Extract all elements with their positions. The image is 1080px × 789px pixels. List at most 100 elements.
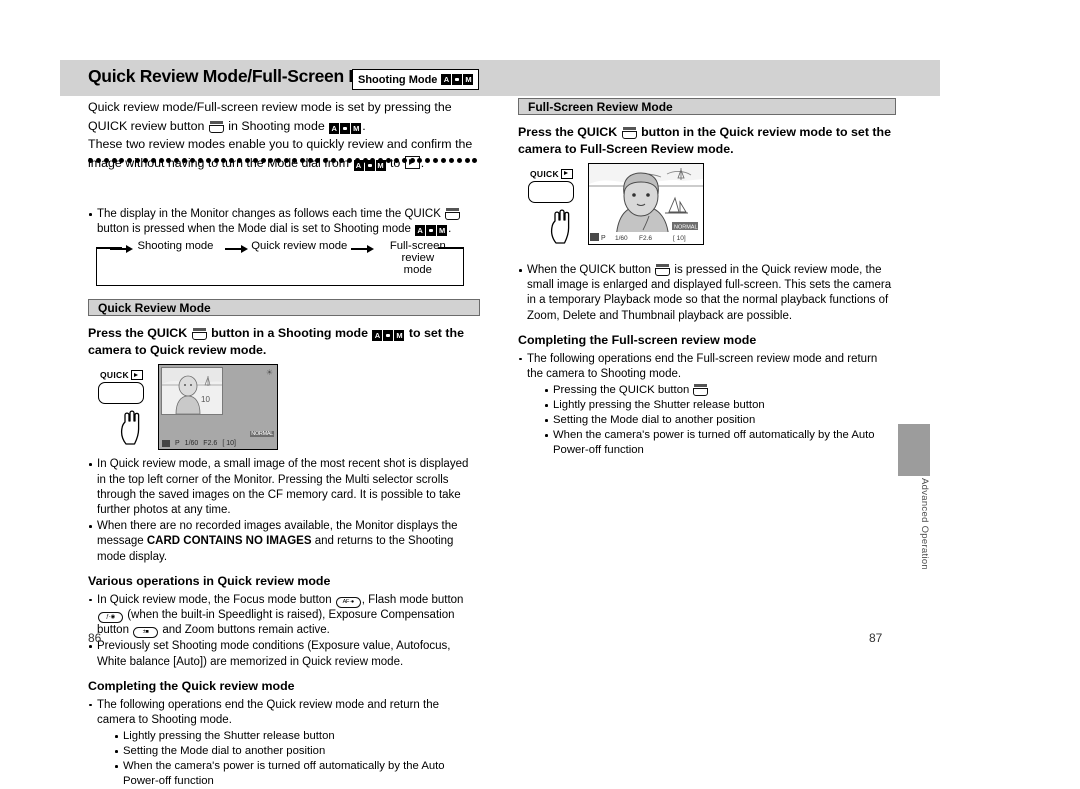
shooting-mode-badge: Shooting Mode A M	[352, 69, 480, 90]
dotted-separator	[88, 155, 478, 165]
exposure-mode-icon	[162, 439, 170, 447]
list-item: When the camera's power is turned off au…	[544, 428, 896, 458]
full-lead-b: button in the Quick review mode to set t…	[641, 125, 891, 139]
quick-review-lead: Press the QUICK button in a Shooting mod…	[88, 325, 480, 358]
quick-button-icon	[693, 384, 709, 397]
quick-lead-c: to set the	[408, 326, 464, 341]
various-b1-d: and	[162, 624, 182, 637]
mode-icon-group: A M	[329, 122, 362, 134]
full-bullet1-a: When the QUICK button	[527, 264, 652, 276]
quick-button-illustration: QUICK	[528, 169, 590, 244]
no-images-message: CARD CONTAINS NO IMAGES	[146, 535, 312, 548]
side-tab-label: Advanced Operation	[919, 477, 930, 570]
svg-text:F2.6: F2.6	[639, 235, 652, 242]
status-aperture: F2.6	[203, 439, 218, 447]
quick-lead-d: camera to Quick review mode.	[88, 342, 267, 357]
mode-auto-icon: A	[372, 330, 383, 342]
monitor-full-screen-review: P 1/60 F2.6 [ 10] NORMAL	[588, 163, 704, 245]
list-item: When there are no recorded images availa…	[88, 519, 480, 565]
list-item: The following operations end the Full-sc…	[518, 352, 896, 382]
quick-button-icon	[191, 328, 207, 341]
status-shooting-mode: P	[175, 439, 180, 447]
intro-line2-b: in Shooting mode	[228, 118, 325, 133]
completing-full-sublist: Pressing the QUICK button Lightly pressi…	[518, 383, 896, 458]
quick-button-icon	[655, 264, 671, 276]
quick-button-text: QUICK	[530, 169, 559, 179]
quick-button-illustration: QUICK	[98, 370, 160, 446]
quick-button-caption: QUICK	[100, 370, 160, 381]
quick-review-section-bar: Quick Review Mode	[88, 299, 480, 317]
completing-sub-quick: Pressing the QUICK button	[553, 384, 690, 397]
mode-flow-diagram: Shooting mode Quick review mode Full-scr…	[96, 240, 464, 289]
thumbnail-photo	[162, 368, 222, 415]
quick-button-shape	[528, 181, 574, 203]
frame-number: 10	[201, 395, 210, 405]
list-item: When the QUICK button is pressed in the …	[518, 263, 896, 324]
full-lead-c: camera to Full-Screen Review mode.	[518, 141, 734, 156]
list-item: Lightly pressing the Shutter release but…	[114, 729, 480, 744]
mode-camera-icon	[383, 330, 394, 342]
playback-icon	[130, 370, 143, 381]
list-item: Lightly pressing the Shutter release but…	[544, 398, 896, 413]
mode-manual-icon: M	[351, 122, 362, 134]
various-b1-a: In Quick review mode, the Focus mode but…	[97, 593, 332, 606]
status-frames-remaining: [ 10]	[222, 439, 236, 447]
full-screen-bullets: When the QUICK button is pressed in the …	[518, 263, 896, 324]
focus-mode-button-icon: AF·●	[335, 596, 361, 608]
bullet-display-c: pressed when the Mode dial is set to Sho…	[143, 223, 411, 236]
intro-line-3: These two review modes enable you to qui…	[88, 137, 473, 151]
page-number-right: 87	[869, 631, 883, 645]
list-item: Pressing the QUICK button	[544, 383, 896, 398]
flash-mode-button-icon: ƒ·◉	[98, 612, 123, 624]
flow-arrow-1-icon	[224, 243, 248, 255]
list-item: Setting the Mode dial to another positio…	[114, 744, 480, 759]
completing-quick-heading: Completing the Quick review mode	[88, 678, 295, 693]
full-screen-photo: P 1/60 F2.6 [ 10] NORMAL	[589, 164, 703, 244]
page-title-part1: Quick Review Mode	[88, 66, 248, 86]
mode-auto-icon: A	[415, 225, 426, 237]
monitor-thumbnail-image	[161, 367, 223, 416]
mode-icon-group: A M	[372, 330, 405, 342]
quick-button-shape	[98, 382, 144, 405]
various-b1-b: , Flash mode button	[361, 593, 464, 606]
intro-line2-a: QUICK review button	[88, 118, 205, 133]
mode-icon-group: A M	[441, 74, 474, 85]
monitor-quick-review: ☀ 10 NORMAL P 1/60 F2.6 [ 10]	[158, 364, 278, 451]
full-screen-section-bar: Full-Screen Review Mode	[518, 98, 896, 115]
svg-text:[ 10]: [ 10]	[673, 235, 686, 242]
shooting-mode-label: Shooting Mode	[358, 73, 438, 86]
list-item: In Quick review mode, a small image of t…	[88, 457, 480, 518]
display-change-bullets: The display in the Monitor changes as fo…	[88, 207, 480, 237]
flow-step-3-line1: Full-screen review	[389, 240, 446, 265]
flow-step-1: Shooting mode	[137, 240, 214, 253]
exposure-compensation-button-icon: ±■	[133, 627, 159, 639]
quick-button-icon	[621, 127, 637, 139]
mode-manual-icon: M	[394, 330, 405, 342]
full-screen-lead: Press the QUICK button in the Quick revi…	[518, 124, 896, 157]
various-b1-e: Zoom buttons remain active.	[184, 624, 330, 637]
flash-indicator-icon: ☀	[265, 368, 273, 378]
mode-camera-icon	[452, 74, 463, 85]
intro-line-1: Quick review mode/Full-screen review mod…	[88, 100, 452, 114]
intro-line-2: QUICK review button in Shooting mode A M…	[88, 117, 480, 136]
mode-camera-icon	[426, 225, 437, 237]
flow-arrow-2-icon	[350, 243, 374, 255]
quick-button-icon	[208, 120, 224, 133]
full-lead-a: Press the QUICK	[518, 125, 618, 139]
left-column: Quick review mode/Full-screen review mod…	[88, 98, 480, 789]
list-item: Setting the Mode dial to another positio…	[544, 413, 896, 428]
manual-page: Quick Review Mode/Full-Screen Review Mod…	[0, 0, 1080, 787]
list-item: The display in the Monitor changes as fo…	[88, 207, 480, 237]
quick-review-illustration: QUICK ☀ 10 NORMAL P 1/60 F2.6 [10]	[88, 364, 480, 452]
page-number-left: 86	[88, 631, 102, 645]
various-operations-heading: Various operations in Quick review mode	[88, 573, 331, 588]
flow-step-3-line2: mode	[403, 264, 432, 277]
flow-step-3: Full-screen review mode	[374, 238, 462, 276]
status-shutter-speed: 1/60	[184, 439, 199, 447]
intro-line2-c: .	[362, 118, 366, 133]
mode-icon-group: A M	[415, 225, 448, 237]
completing-quick-sublist: Lightly pressing the Shutter release but…	[88, 729, 480, 789]
quick-review-bullets: In Quick review mode, a small image of t…	[88, 457, 480, 564]
flow-step-2: Quick review mode	[251, 240, 348, 253]
bullet-display-a: The display in the Monitor changes as fo…	[97, 208, 441, 220]
